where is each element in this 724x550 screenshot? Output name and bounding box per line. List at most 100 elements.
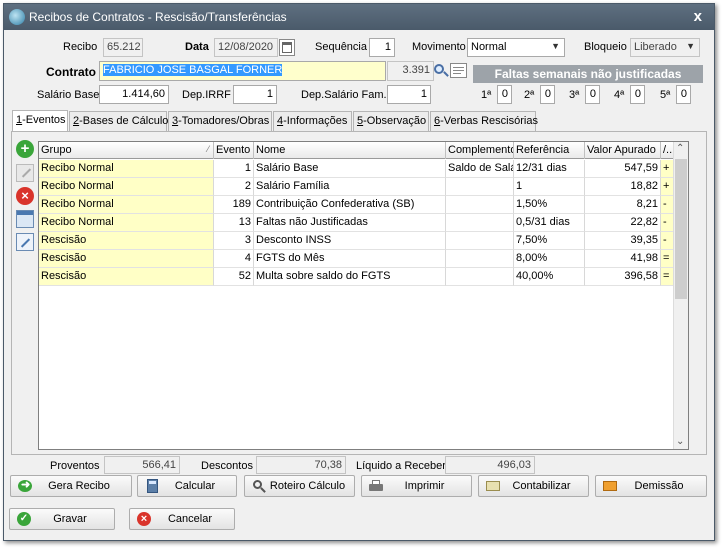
table-row[interactable]: Recibo Normal 2 Salário Família 1 18,82 + <box>39 178 675 196</box>
table-row[interactable]: Rescisão 52 Multa sobre saldo do FGTS 40,00… <box>39 268 675 286</box>
week-label: 4ª <box>614 89 625 101</box>
gravar-button[interactable]: ✓ Gravar <box>9 508 115 530</box>
col-complemento[interactable]: Complemento <box>446 142 514 159</box>
tab-informacoes[interactable]: 4-Informações <box>273 111 352 131</box>
week-label: 2ª <box>524 89 535 101</box>
table-row[interactable]: Recibo Normal 13 Faltas não Justificadas 0,… <box>39 214 675 232</box>
movimento-select[interactable]: Normal ▼ <box>467 38 565 57</box>
edit-icon[interactable] <box>16 164 34 182</box>
data-field[interactable]: 12/08/2020 <box>214 38 278 57</box>
card-icon[interactable] <box>450 63 467 78</box>
week-label: 5ª <box>660 89 671 101</box>
cell-valor: 39,35 <box>585 232 661 250</box>
contrato-value: FABRICIO JOSE BASGAL FORNER <box>103 64 283 76</box>
cell-valor: 396,58 <box>585 268 661 286</box>
col-nome[interactable]: Nome <box>254 142 446 159</box>
contrato-label: Contrato <box>46 65 96 79</box>
week-field[interactable]: 0 <box>540 85 555 104</box>
table-row[interactable]: Recibo Normal 189 Contribuição Confederati… <box>39 196 675 214</box>
cell-grupo: Recibo Normal <box>39 196 214 214</box>
app-icon <box>9 9 25 25</box>
delete-icon[interactable]: × <box>16 187 34 205</box>
cell-evento: 13 <box>214 214 254 232</box>
chevron-down-icon: ▼ <box>551 41 560 51</box>
week-field[interactable]: 0 <box>585 85 600 104</box>
close-button[interactable]: x <box>694 8 702 25</box>
tab-tomadores-obras[interactable]: 3-Tomadores/Obras <box>168 111 272 131</box>
liquido-field: 496,03 <box>445 456 535 474</box>
add-icon[interactable]: + <box>16 140 34 158</box>
calcular-label: Calcular <box>174 480 216 492</box>
window-icon[interactable] <box>16 210 34 228</box>
cell-valor: 22,82 <box>585 214 661 232</box>
week-label: 1ª <box>481 89 492 101</box>
sort-icon: ⁄ <box>207 144 209 154</box>
week-label: 3ª <box>569 89 580 101</box>
cell-valor: 41,98 <box>585 250 661 268</box>
cell-nome: Desconto INSS <box>254 232 446 250</box>
contabilizar-button[interactable]: Contabilizar <box>478 475 589 497</box>
cell-referencia: 1,50% <box>514 196 585 214</box>
roteiro-calculo-button[interactable]: Roteiro Cálculo <box>244 475 355 497</box>
descontos-field: 70,38 <box>256 456 346 474</box>
main-window: Recibos de Contratos - Rescisão/Transfer… <box>3 3 715 541</box>
week-field[interactable]: 0 <box>630 85 645 104</box>
chevron-down-icon: ▼ <box>686 41 695 51</box>
cell-nome: Salário Base <box>254 160 446 178</box>
cell-evento: 52 <box>214 268 254 286</box>
col-grupo[interactable]: Grupo ⁄ <box>39 142 214 159</box>
tab-eventos[interactable]: 1-Eventos <box>12 110 68 132</box>
cell-referencia: 12/31 dias <box>514 160 585 178</box>
bloqueio-select[interactable]: Liberado ▼ <box>630 38 700 57</box>
calendar-icon[interactable] <box>279 39 295 56</box>
tab-bases-calculo[interactable]: 2-Bases de Cálculo <box>69 111 168 131</box>
cell-referencia: 40,00% <box>514 268 585 286</box>
sequencia-field[interactable]: 1 <box>369 38 395 57</box>
data-label: Data <box>185 41 209 53</box>
cell-evento: 4 <box>214 250 254 268</box>
cell-referencia: 1 <box>514 178 585 196</box>
tab-verbas-rescisorias[interactable]: 6-Verbas Rescisórias <box>430 111 538 131</box>
cell-evento: 2 <box>214 178 254 196</box>
cell-valor: 18,82 <box>585 178 661 196</box>
cell-evento: 189 <box>214 196 254 214</box>
dep-irrf-field[interactable]: 1 <box>233 85 277 104</box>
cancelar-button[interactable]: × Cancelar <box>129 508 235 530</box>
col-valor-apurado[interactable]: Valor Apurado <box>585 142 661 159</box>
col-referencia[interactable]: Referência <box>514 142 585 159</box>
dep-salario-field[interactable]: 1 <box>387 85 431 104</box>
demissao-label: Demissão <box>634 480 684 492</box>
week-field[interactable]: 0 <box>676 85 691 104</box>
col-evento[interactable]: Evento <box>214 142 254 159</box>
gera-recibo-label: Gera Recibo <box>48 480 110 492</box>
scroll-up-icon[interactable]: ⌃ <box>676 143 684 154</box>
grid-scrollbar[interactable]: ⌃ ⌄ <box>673 142 688 449</box>
week-field[interactable]: 0 <box>497 85 512 104</box>
cell-grupo: Recibo Normal <box>39 178 214 196</box>
cell-grupo: Recibo Normal <box>39 160 214 178</box>
demissao-button[interactable]: Demissão <box>595 475 707 497</box>
table-row[interactable]: Rescisão 3 Desconto INSS 7,50% 39,35- <box>39 232 675 250</box>
cell-grupo: Rescisão <box>39 250 214 268</box>
bloqueio-value: Liberado <box>634 41 677 53</box>
cell-complemento <box>446 268 514 286</box>
cell-valor: 547,59 <box>585 160 661 178</box>
search-icon[interactable] <box>432 62 450 80</box>
salario-base-field[interactable]: 1.414,60 <box>99 85 169 104</box>
cell-nome: Faltas não Justificadas <box>254 214 446 232</box>
scroll-down-icon[interactable]: ⌄ <box>676 436 684 447</box>
bloqueio-label: Bloqueio <box>584 41 627 53</box>
note-edit-icon[interactable] <box>16 233 34 251</box>
gera-recibo-button[interactable]: ➜ Gera Recibo <box>10 475 132 497</box>
tab-observacao[interactable]: 5-Observação <box>353 111 429 131</box>
calcular-button[interactable]: Calcular <box>137 475 237 497</box>
roteiro-calculo-label: Roteiro Cálculo <box>269 480 346 492</box>
contrato-number: 3.391 <box>387 61 434 81</box>
scroll-thumb[interactable] <box>675 159 687 299</box>
table-row[interactable]: Recibo Normal 1 Salário Base Saldo de Salá 1… <box>39 160 675 178</box>
movimento-value: Normal <box>471 41 507 53</box>
contrato-field[interactable]: FABRICIO JOSE BASGAL FORNER <box>99 61 386 81</box>
cell-grupo: Rescisão <box>39 232 214 250</box>
table-row[interactable]: Rescisão 4 FGTS do Mês 8,00% 41,98 = <box>39 250 675 268</box>
imprimir-button[interactable]: Imprimir <box>361 475 472 497</box>
